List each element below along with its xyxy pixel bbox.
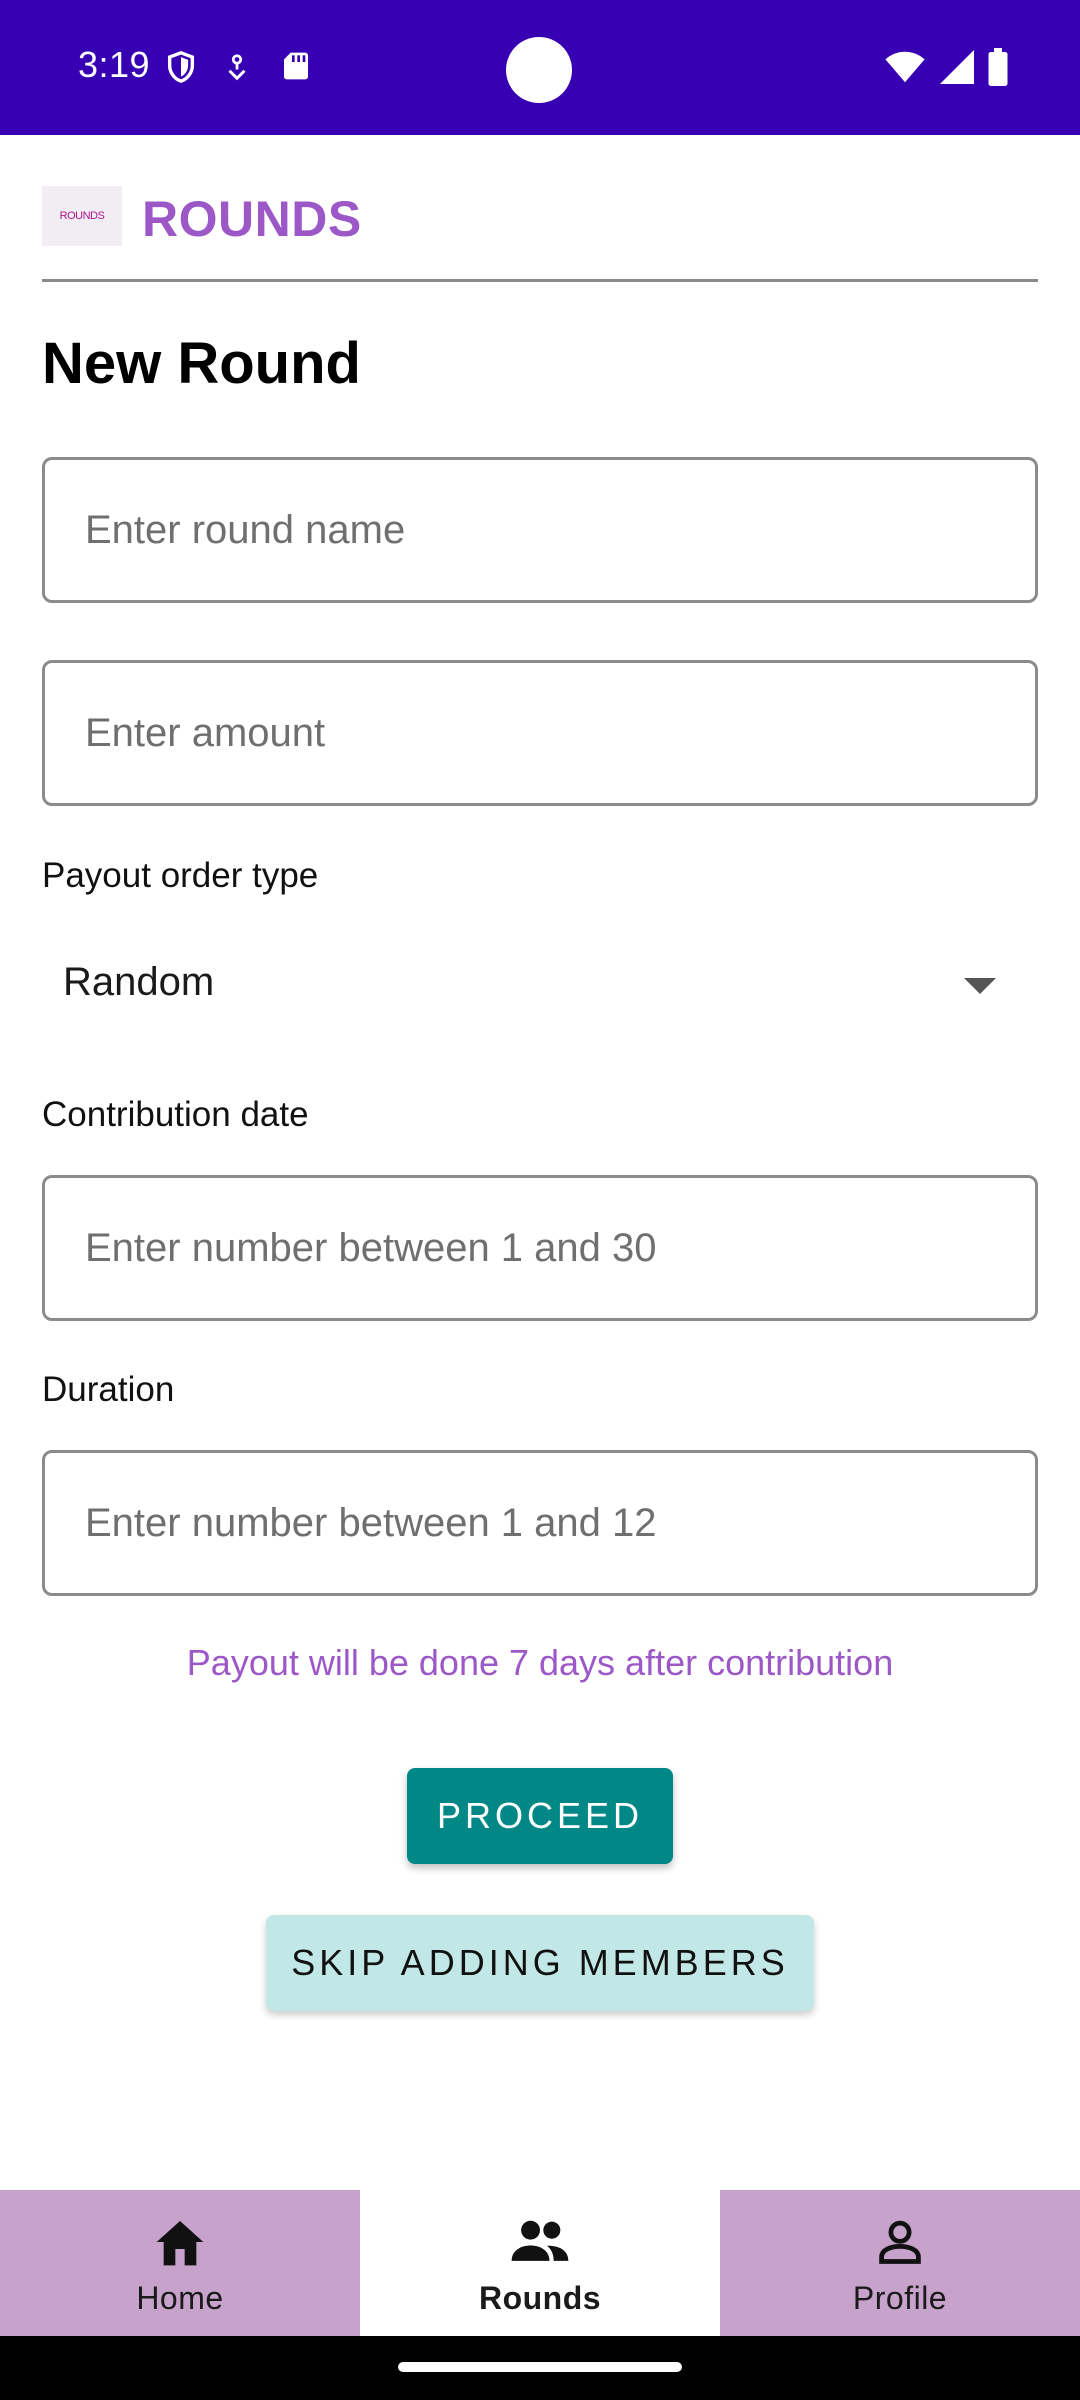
sd-card-icon <box>284 52 308 80</box>
proceed-button[interactable]: PROCEED <box>407 1768 673 1864</box>
nav-item-rounds[interactable]: Rounds <box>360 2190 720 2336</box>
camera-cutout <box>506 37 572 103</box>
nav-label-profile: Profile <box>852 2280 948 2316</box>
payout-order-label: Payout order type <box>42 856 319 895</box>
bottom-navigation: Home Rounds Profile <box>0 2190 1080 2336</box>
person-icon <box>879 2220 921 2264</box>
round-name-input[interactable] <box>42 457 1038 603</box>
app-header: ROUNDS ROUNDS <box>42 186 1038 282</box>
nav-item-profile[interactable]: Profile <box>720 2190 1080 2336</box>
signal-icon <box>940 50 974 84</box>
group-icon <box>511 2220 569 2261</box>
status-time: 3:19 <box>78 44 151 85</box>
contribution-date-input[interactable] <box>42 1175 1038 1321</box>
skip-adding-members-button[interactable]: SKIP ADDING MEMBERS <box>266 1915 814 2011</box>
nav-label-home: Home <box>136 2280 224 2316</box>
shield-icon <box>167 51 195 83</box>
logo-text: ROUNDS <box>59 210 105 222</box>
system-gesture-bar <box>0 2336 1080 2400</box>
home-gesture-handle[interactable] <box>398 2362 682 2372</box>
nav-label-rounds: Rounds <box>478 2280 602 2316</box>
battery-icon <box>988 48 1008 86</box>
status-bar: 3:19 <box>0 0 1080 135</box>
status-right-icons <box>884 48 1008 86</box>
vpn-key-icon <box>228 54 246 81</box>
payout-order-value: Random <box>63 960 215 1004</box>
payout-order-dropdown[interactable]: Random <box>42 940 1038 1030</box>
duration-input[interactable] <box>42 1450 1038 1596</box>
page-title: New Round <box>42 331 361 396</box>
duration-label: Duration <box>42 1370 175 1409</box>
payout-note: Payout will be done 7 days after contrib… <box>186 1642 894 1683</box>
dropdown-arrow-icon <box>964 978 996 994</box>
amount-input[interactable] <box>42 660 1038 806</box>
app-logo: ROUNDS <box>42 186 122 246</box>
wifi-icon <box>885 51 925 83</box>
app-title: ROUNDS <box>142 191 362 247</box>
contribution-date-label: Contribution date <box>42 1095 309 1134</box>
nav-item-home[interactable]: Home <box>0 2190 360 2336</box>
home-icon <box>156 2221 204 2266</box>
